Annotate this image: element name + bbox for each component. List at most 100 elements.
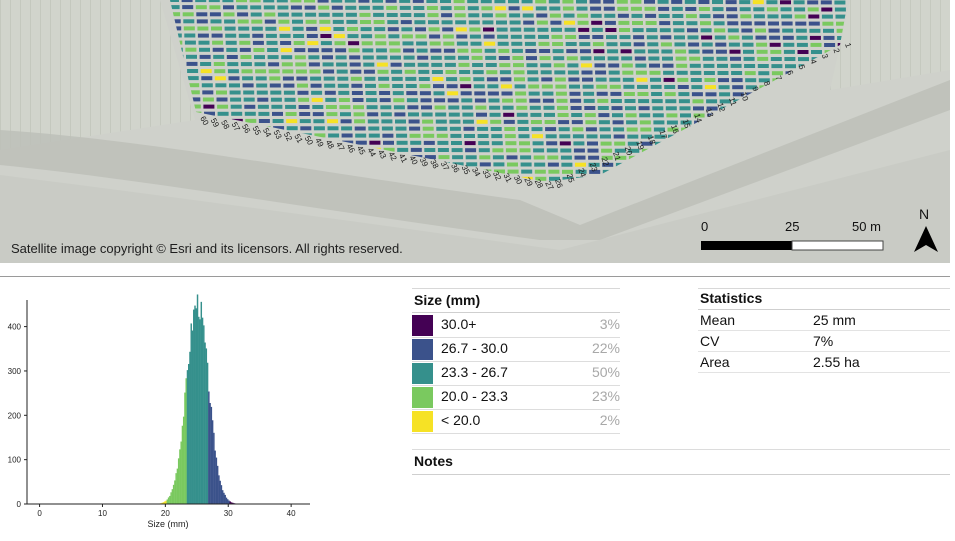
- plot-cell: [413, 13, 425, 18]
- plot-cell: [739, 0, 751, 5]
- plot-cell: [548, 0, 560, 4]
- plot-cell: [524, 41, 536, 46]
- plot-cell: [504, 127, 516, 131]
- plot-cell: [611, 106, 623, 111]
- histogram-bar: [193, 309, 195, 504]
- plot-cell: [598, 113, 610, 118]
- plot-cell: [659, 28, 671, 33]
- plot-cell: [374, 34, 386, 39]
- plot-cell: [625, 106, 636, 111]
- plot-cell: [576, 6, 588, 11]
- histogram-bar: [228, 500, 230, 504]
- plot-cell: [638, 106, 650, 111]
- histogram-bar: [226, 499, 229, 504]
- plot-cell: [320, 34, 332, 38]
- plot-cell: [515, 98, 527, 103]
- histogram-y-tick-label: 200: [8, 411, 22, 420]
- histogram-bar: [224, 494, 226, 504]
- plot-cell: [743, 49, 754, 54]
- plot-cell: [393, 98, 405, 103]
- plot-cell: [560, 148, 572, 153]
- stat-label: Area: [700, 354, 730, 370]
- legend-percent: 23%: [591, 388, 620, 404]
- plot-cell: [374, 27, 386, 32]
- plot-cell: [335, 48, 347, 53]
- plot-cell: [479, 155, 491, 160]
- plot-cell: [794, 14, 806, 19]
- histogram-bar: [219, 480, 221, 504]
- plot-cell: [516, 112, 528, 117]
- plot-cell: [769, 35, 781, 40]
- plot-cell: [716, 56, 728, 61]
- histogram-bar: [180, 441, 182, 504]
- plot-cell: [408, 119, 420, 124]
- plot-cell: [409, 133, 421, 138]
- plot-cell: [264, 19, 276, 24]
- plot-cell: [471, 55, 483, 60]
- legend-swatch: [412, 411, 433, 432]
- plot-cell: [485, 55, 497, 60]
- plot-cell: [687, 28, 698, 33]
- plot-cell: [345, 12, 357, 17]
- plot-cell: [195, 5, 207, 10]
- plot-cell: [270, 97, 282, 102]
- plot-cell: [209, 12, 221, 17]
- statistics-title: Statistics: [700, 290, 763, 306]
- plot-cell: [488, 98, 500, 103]
- plot-cell: [677, 77, 689, 82]
- plot-cell: [385, 0, 397, 3]
- plot-cell: [440, 6, 452, 11]
- plot-cell: [225, 33, 237, 38]
- plot-cell: [521, 169, 533, 174]
- plot-cell: [834, 0, 846, 5]
- plot-cell: [184, 40, 196, 45]
- plot-cell: [610, 99, 622, 103]
- plot-cell: [297, 83, 308, 88]
- plot-cell: [619, 35, 631, 40]
- plot-cell: [546, 141, 558, 146]
- plot-cell: [744, 64, 756, 68]
- scale-tick-0: 0: [701, 219, 708, 234]
- plot-cell: [527, 70, 539, 75]
- plot-cell: [292, 19, 303, 24]
- satellite-map[interactable]: 60 59 58 57 56 55 54 53 52 51 50 49 48 47 46 45 44 43 42 41…: [0, 0, 950, 263]
- plot-cell: [513, 70, 525, 75]
- legend-item: < 20.0 2%: [412, 409, 620, 434]
- plot-cell: [306, 34, 318, 38]
- plot-cell: [416, 48, 428, 53]
- plot-cell: [283, 90, 295, 95]
- plot-cell: [706, 99, 718, 104]
- plot-cell: [564, 27, 576, 32]
- plot-cell: [359, 12, 371, 17]
- plot-cell: [508, 0, 519, 4]
- plot-cell: [689, 56, 701, 61]
- histogram-bar: [175, 473, 177, 504]
- plot-cell: [225, 40, 237, 45]
- plot-cell: [491, 141, 503, 146]
- plot-cell: [554, 70, 566, 75]
- plot-cell: [429, 41, 441, 46]
- plot-cell: [395, 126, 407, 131]
- plot-cell: [740, 14, 752, 19]
- plot-cell: [353, 105, 364, 110]
- plot-cell: [487, 84, 499, 89]
- plot-cell: [608, 63, 620, 68]
- plot-cell: [646, 28, 658, 33]
- plot-cell: [623, 84, 635, 89]
- plot-cell: [783, 49, 795, 54]
- plot-cell: [617, 6, 629, 11]
- legend-item: 23.3 - 26.7 50%: [412, 361, 620, 386]
- plot-cell: [444, 55, 456, 60]
- plot-cell: [768, 21, 779, 26]
- plot-cell: [211, 33, 223, 38]
- plot-cell: [365, 91, 377, 95]
- plot-cell: [349, 62, 361, 67]
- plot-cell: [582, 84, 594, 89]
- plot-cell: [678, 92, 690, 97]
- plot-cell: [407, 105, 419, 110]
- plot-cell: [731, 78, 743, 83]
- plot-cell: [298, 97, 310, 102]
- plot-cell: [591, 20, 603, 25]
- plot-cell: [657, 0, 669, 4]
- plot-cell: [254, 55, 265, 60]
